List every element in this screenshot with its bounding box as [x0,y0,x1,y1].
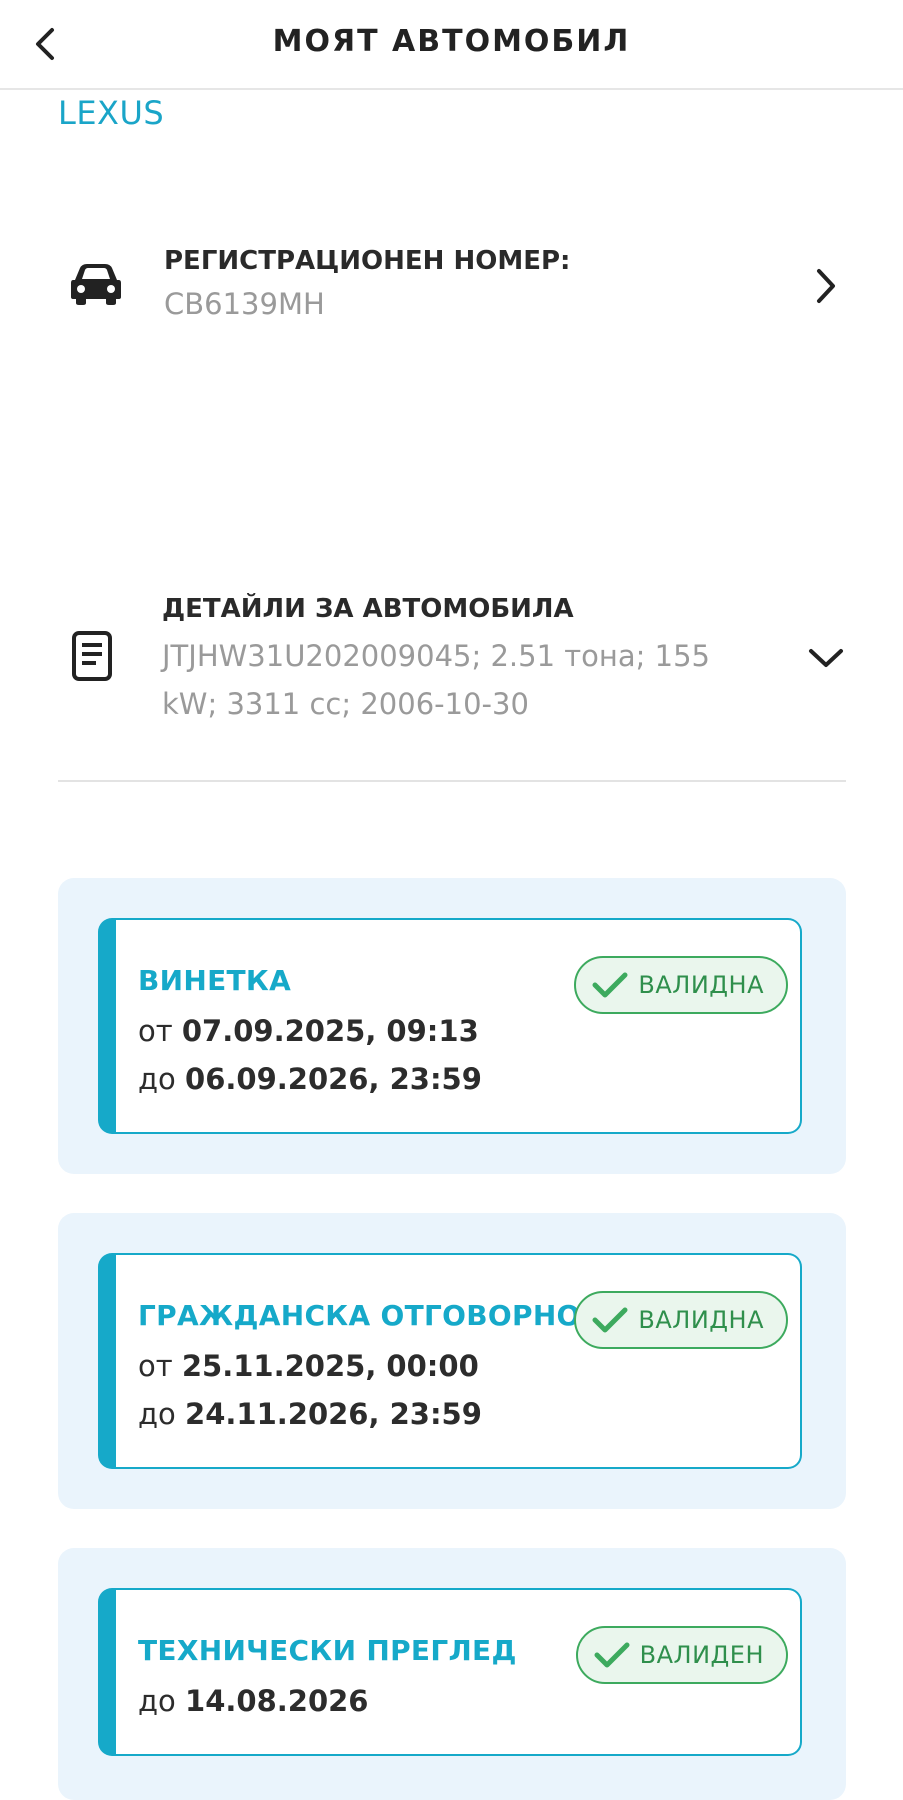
liability-panel: ГРАЖДАНСКА ОТГОВОРНОСТ от 25.11.2025, 00… [58,1213,846,1509]
car-icon [70,262,122,310]
registration-open-button[interactable] [804,264,848,308]
valid-from: от 07.09.2025, 09:13 [138,1014,479,1048]
status-badge: ВАЛИДЕН [575,1626,788,1684]
inspection-panel: ТЕХНИЧЕСКИ ПРЕГЛЕД до 14.08.2026 ВАЛИДЕН [58,1548,846,1800]
status-badge: ВАЛИДНА [574,1291,788,1349]
valid-from: от 25.11.2025, 00:00 [138,1349,479,1383]
section-divider [58,780,846,782]
vignette-card[interactable]: ВИНЕТКА от 07.09.2025, 09:13 до 06.09.20… [98,918,802,1134]
valid-to: до 06.09.2026, 23:59 [138,1062,482,1096]
inspection-card[interactable]: ТЕХНИЧЕСКИ ПРЕГЛЕД до 14.08.2026 ВАЛИДЕН [98,1588,802,1756]
status-text: ВАЛИДНА [638,971,764,999]
valid-to: до 24.11.2026, 23:59 [138,1397,482,1431]
check-icon [594,1642,630,1668]
details-value-line2: kW; 3311 cc; 2006-10-30 [162,687,529,721]
registration-row[interactable]: РЕГИСТРАЦИОНЕН НОМЕР: CB6139MH [58,230,848,340]
registration-label: РЕГИСТРАЦИОНЕН НОМЕР: [164,246,571,276]
status-badge: ВАЛИДНА [574,956,788,1014]
card-title: ТЕХНИЧЕСКИ ПРЕГЛЕД [138,1634,517,1667]
vehicle-details-row[interactable]: ДЕТАЙЛИ ЗА АВТОМОБИЛА JTJHW31U202009045;… [58,590,848,740]
check-icon [592,1307,628,1333]
chevron-down-icon [809,649,843,667]
chevron-right-icon [817,269,835,303]
details-value-line1: JTJHW31U202009045; 2.51 тона; 155 [162,639,710,673]
details-label: ДЕТАЙЛИ ЗА АВТОМОБИЛА [162,594,574,624]
details-expand-button[interactable] [804,636,848,680]
card-title: ГРАЖДАНСКА ОТГОВОРНОСТ [138,1299,621,1332]
app-header: МОЯТ АВТОМОБИЛ [0,0,903,90]
valid-to: до 14.08.2026 [138,1684,369,1718]
document-icon [70,630,114,686]
car-brand: LEXUS [58,94,165,132]
status-text: ВАЛИДНА [638,1306,764,1334]
check-icon [592,972,628,998]
status-text: ВАЛИДЕН [639,1641,764,1669]
vignette-panel: ВИНЕТКА от 07.09.2025, 09:13 до 06.09.20… [58,878,846,1174]
page-title: МОЯТ АВТОМОБИЛ [272,24,631,59]
card-title: ВИНЕТКА [138,964,292,997]
registration-value: CB6139MH [164,287,325,321]
liability-card[interactable]: ГРАЖДАНСКА ОТГОВОРНОСТ от 25.11.2025, 00… [98,1253,802,1469]
